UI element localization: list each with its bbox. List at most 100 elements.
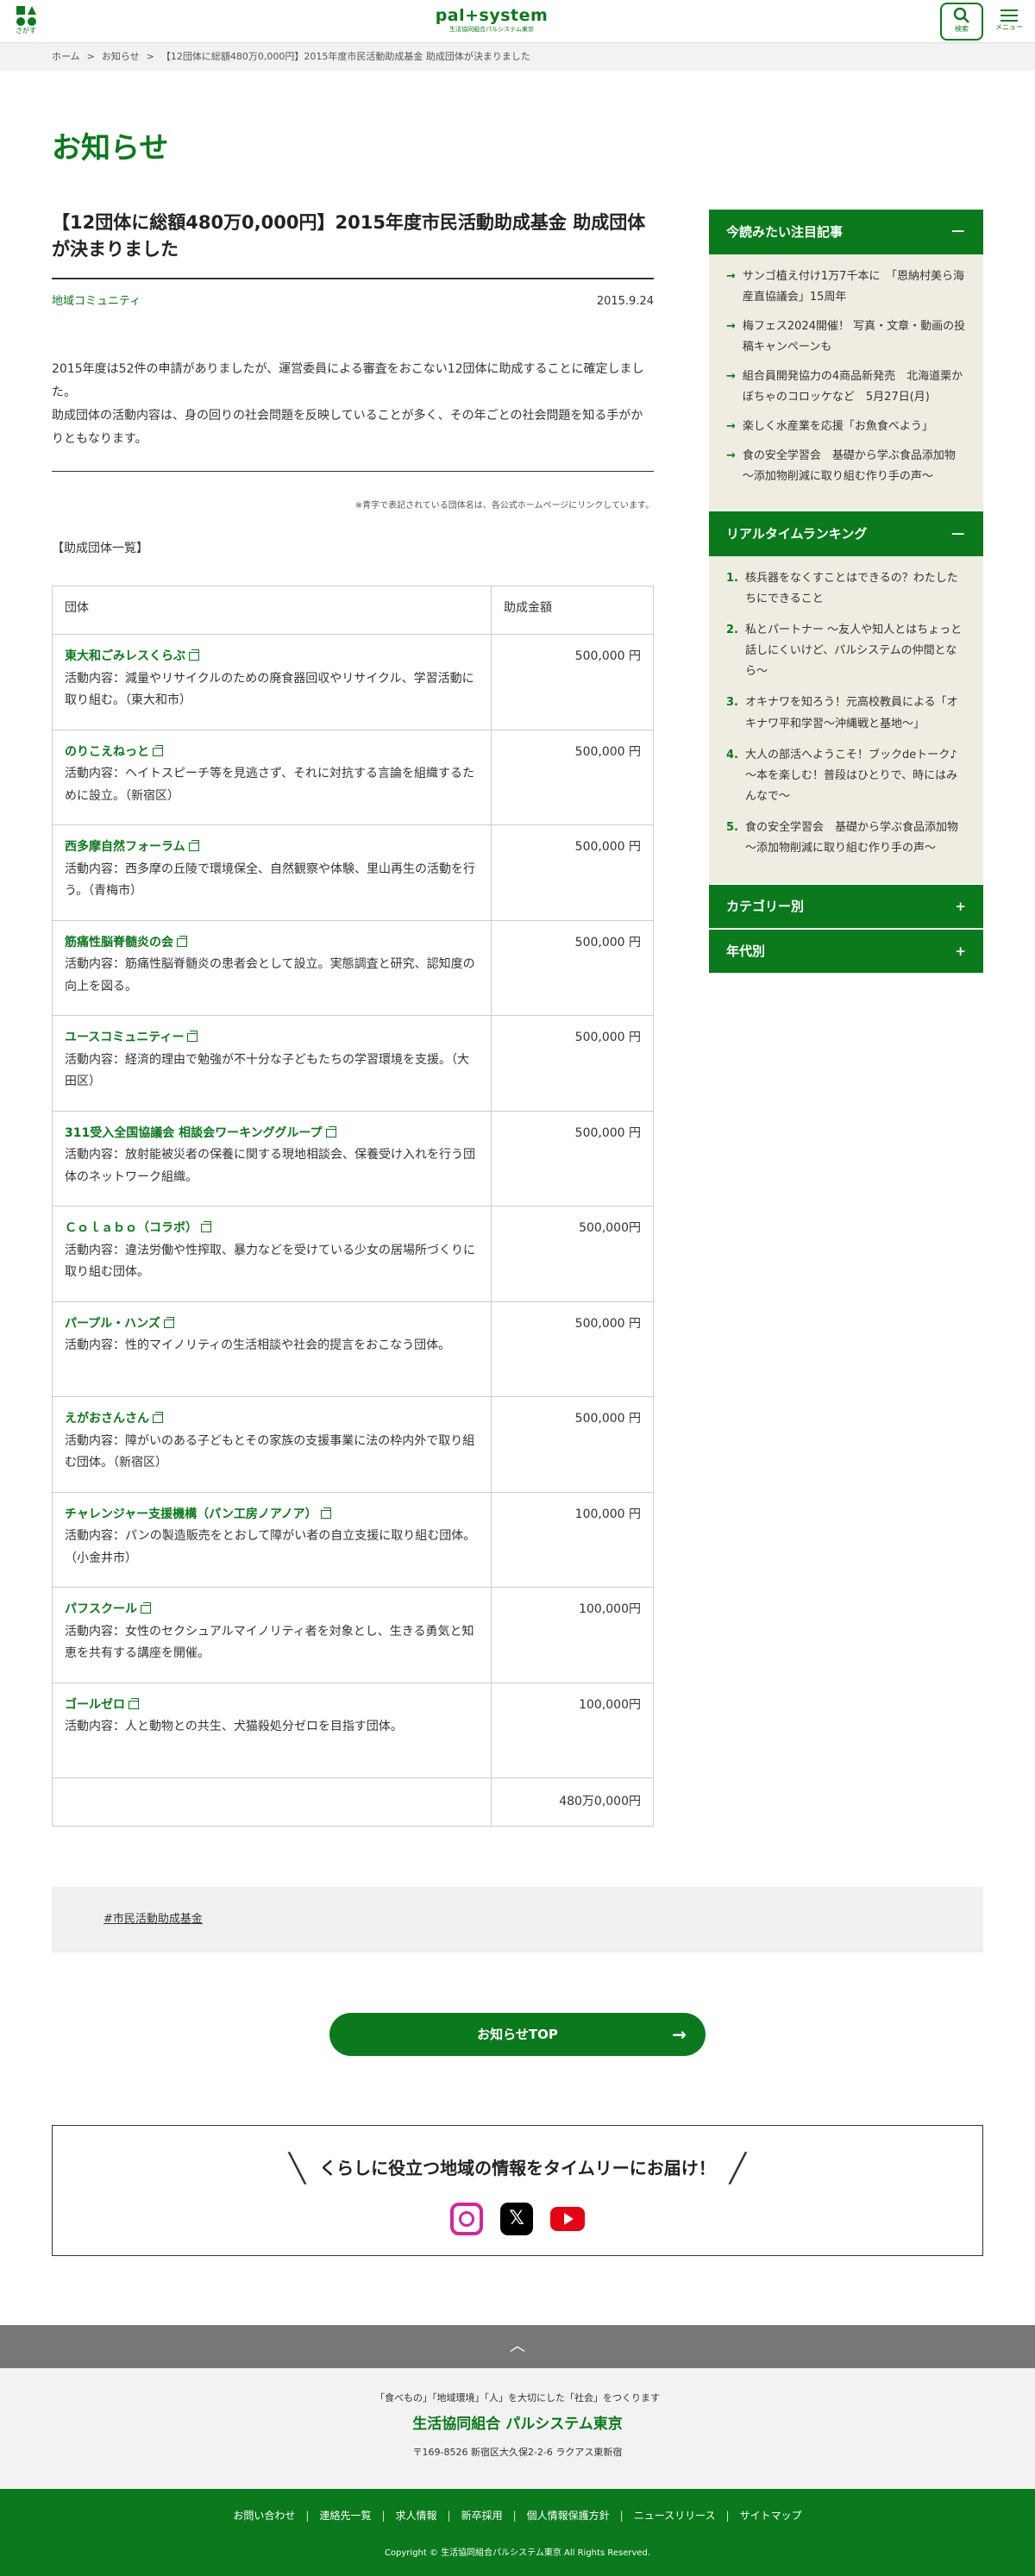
news-top-button[interactable]: お知らせTOP → [329, 2013, 706, 2057]
org-cell: のりこえねっと 活動内容：ヘイトスピーチ等を見逃さず、それに対抗する言論を組織する… [52, 729, 492, 826]
org-link[interactable]: 東大和ごみレスくらぶ [65, 647, 199, 666]
list-heading: 【助成団体一覧】 [52, 541, 148, 555]
footer-link[interactable]: ニュースリリース [634, 2508, 716, 2524]
body-paragraph: 助成団体の活動内容は、身の回りの社会問題を反映していることが多く、その年ごとの社… [52, 409, 643, 447]
ranking-item[interactable]: 3. オキナワを知ろう！元高校教員による「オキナワ平和学習～沖縄戦と基地～」 [726, 693, 966, 734]
youtube-icon[interactable] [550, 2206, 585, 2231]
org-link[interactable]: チャレンジャー支援機構（パン工房ノアノア） [65, 1505, 331, 1524]
article-title: 【12団体に総額480万0,000円】2015年度市民活動助成基金 助成団体が決… [52, 210, 654, 279]
ranking-item[interactable]: 5. 食の安全学習会 基礎から学ぶ食品添加物 ～添加物削減に取り組む作り手の声～ [726, 818, 969, 859]
pickup-item[interactable]: → 梅フェス2024開催！ 写真・文章・動画の投稿キャンペーンも [726, 317, 966, 358]
ranking-item[interactable]: 1. 核兵器をなくすことはできるの？わたしたちにできること [726, 568, 966, 610]
link-note: ※青字で表記されている団体名は、各公式ホームページにリンクしています。 [354, 500, 654, 511]
amount-cell: 500,000 円 [491, 1015, 654, 1112]
table-header-row: 団体 助成金額 [52, 586, 654, 636]
org-desc: 活動内容：放射能被災者の保養に関する現地相談会、保養受け入れを行う団体のネットワ… [65, 1148, 475, 1184]
total-amount: 480万0,000円 [491, 1777, 654, 1827]
pickup-item[interactable]: → 楽しく水産業を応援「お魚食べよう」 [726, 417, 966, 437]
org-link[interactable]: えがおさんさん [65, 1409, 163, 1428]
pickup-item[interactable]: → 食の安全学習会 基礎から学ぶ食品添加物 ～添加物削減に取り組む作り手の声～ [726, 446, 967, 487]
site-logo[interactable]: pal+system 生活協同組合パルシステム東京 [436, 7, 549, 34]
pickup-header[interactable]: 今読みたい注目記事 − [709, 209, 983, 254]
amount-cell: 500,000 円 [491, 729, 654, 826]
pickup-title: 今読みたい注目記事 [726, 223, 844, 240]
org-link[interactable]: パープル・ハンズ [65, 1314, 174, 1333]
year-toggle[interactable]: 年代別 + [709, 929, 983, 973]
menu-button[interactable]: メニュー [992, 9, 1026, 34]
footer-link[interactable]: サイトマップ [740, 2508, 802, 2524]
org-link[interactable]: のりこえねっと [65, 743, 163, 762]
rank-number: 2. [726, 624, 738, 637]
breadcrumb-section[interactable]: お知らせ [102, 49, 140, 65]
breadcrumb-current: 【12団体に総額480万0,000円】2015年度市民活動助成基金 助成団体が決… [160, 51, 530, 63]
sns-box: ╲ くらしに役立つ地域の情報をタイムリーにお届け！ ╱ 𝕏 [52, 2125, 983, 2257]
total-row: 480万0,000円 [52, 1777, 654, 1827]
org-cell: ユースコミュニティー 活動内容：経済的理由で勉強が不十分な子どもたちの学習環境を支… [52, 1015, 492, 1112]
org-desc: 活動内容：障がいのある子どもとその家族の支援事業に法の枠内外で取り組む団体。（新… [65, 1433, 475, 1470]
org-link[interactable]: 311受入全国協議会 相談会ワーキンググループ [65, 1124, 336, 1143]
pickup-item[interactable]: → サンゴ植え付け1万7千本に 「恩納村美ら海産直協議会」15周年 [726, 266, 966, 308]
org-link[interactable]: 筋痛性脳脊髄炎の会 [65, 933, 187, 952]
org-cell: えがおさんさん活動内容：障がいのある子どもとその家族の支援事業に法の枠内外で取り… [52, 1396, 492, 1493]
external-link-icon [325, 1125, 336, 1138]
category-toggle[interactable]: カテゴリー別 + [709, 884, 983, 928]
org-link[interactable]: Ｃｏｌａｂｏ（コラボ） [65, 1219, 211, 1238]
footer-link-separator: | [305, 2510, 310, 2523]
pickup-item-label: 組合員開発協力の4商品新発売 北海道栗かぼちゃのコロッケなど 5月27日(月) [742, 369, 963, 404]
org-name: ゴールゼロ [65, 1697, 125, 1712]
ranking-item[interactable]: 2. 私とパートナー ～友人や知人とはちょっと話しにくいけど、パルシステムの仲間と… [726, 620, 966, 682]
breadcrumb-sep: > [86, 51, 95, 63]
footer-link[interactable]: 求人情報 [396, 2508, 437, 2524]
rank-number: 5. [726, 820, 738, 834]
instagram-icon[interactable] [450, 2202, 483, 2235]
breadcrumb-home[interactable]: ホーム [52, 49, 80, 65]
org-cell: パープル・ハンズ 活動内容：性的マイノリティの生活相談や社会的提言をおこなう団体。 [52, 1301, 492, 1398]
collapse-icon: − [950, 523, 966, 545]
logo-main: pal+system [435, 6, 549, 26]
table-row: ユースコミュニティー 活動内容：経済的理由で勉強が不十分な子どもたちの学習環境を支… [52, 1015, 654, 1112]
amount-cell: 500,000 円 [491, 1396, 654, 1493]
table-row: Ｃｏｌａｂｏ（コラボ） 活動内容：違法労働や性搾取、暴力などを受けている少女の居場… [52, 1206, 654, 1302]
rank-number: 3. [726, 696, 738, 710]
amount-cell: 500,000 円 [491, 1301, 654, 1398]
table-row: えがおさんさん活動内容：障がいのある子どもとその家族の支援事業に法の枠内外で取り… [52, 1396, 654, 1493]
ranking-item[interactable]: 4. 大人の部活へようこそ！ブックdeトーク♪ ～本を楽しむ！普段はひとりで、時に… [726, 745, 966, 807]
footer-link-separator: | [447, 2510, 451, 2523]
footer-org: 生活協同組合 パルシステム東京 [412, 2415, 623, 2433]
org-desc: 活動内容：パンの製造販売をとおして障がい者の自立支援に取り組む団体。（小金井市） [65, 1529, 476, 1565]
sagasu-button[interactable]: さがす [9, 5, 43, 37]
search-button[interactable]: 検索 [940, 2, 983, 41]
go-top-button[interactable]: ︿ [0, 2325, 1035, 2369]
footer-link[interactable]: お問い合わせ [233, 2508, 295, 2524]
x-icon[interactable]: 𝕏 [500, 2202, 533, 2235]
tag-bar: #市民活動助成基金 [52, 1887, 983, 1953]
table-row: チャレンジャー支援機構（パン工房ノアノア） 活動内容：パンの製造販売をとおして障が… [52, 1491, 654, 1589]
footer-link[interactable]: 新卒採用 [461, 2508, 503, 2524]
org-desc: 活動内容：減量やリサイクルのための廃食器回収やリサイクル、学習活動に取り組む。（… [65, 671, 474, 708]
article-category[interactable]: 地域コミュニティ [52, 293, 141, 311]
org-cell: Ｃｏｌａｂｏ（コラボ） 活動内容：違法労働や性搾取、暴力などを受けている少女の居場… [52, 1206, 492, 1302]
table-row: ゴールゼロ 活動内容：人と動物との共生、犬猫殺処分ゼロを目指す団体。 100,000… [52, 1682, 654, 1779]
search-label: 検索 [955, 25, 969, 34]
footer-link[interactable]: 連絡先一覧 [319, 2508, 371, 2524]
external-link-icon [163, 1316, 174, 1328]
ranking-header[interactable]: リアルタイムランキング − [709, 511, 983, 557]
org-desc: 活動内容：筋痛性脳脊髄炎の患者会として設立。実態調査と研究、認知度の向上を図る。 [65, 957, 475, 993]
arrow-right-icon: → [672, 2024, 687, 2046]
org-link[interactable]: ユースコミュニティー [65, 1028, 198, 1047]
footer-link[interactable]: 個人情報保護方針 [527, 2508, 610, 2524]
hamburger-icon [1000, 9, 1018, 22]
site-header: さがす pal+system 生活協同組合パルシステム東京 検索 メニュー [0, 0, 1035, 43]
tag-link[interactable]: #市民活動助成基金 [104, 1911, 203, 1929]
table-row: 西多摩自然フォーラム 活動内容：西多摩の丘陵で環境保全、自然観察や体験、里山再生の… [52, 824, 654, 921]
chevron-up-icon: ︿ [510, 2336, 525, 2355]
ranking-title: リアルタイムランキング [726, 526, 868, 542]
org-link[interactable]: 西多摩自然フォーラム [65, 837, 199, 856]
pickup-item[interactable]: → 組合員開発協力の4商品新発売 北海道栗かぼちゃのコロッケなど 5月27日(月) [726, 367, 966, 408]
search-icon [953, 7, 969, 23]
org-link[interactable]: パフスクール [65, 1600, 151, 1619]
org-name: 西多摩自然フォーラム [65, 840, 185, 855]
org-link[interactable]: ゴールゼロ [65, 1695, 139, 1714]
rank-number: 1. [726, 572, 738, 586]
org-name: ユースコミュニティー [65, 1031, 185, 1045]
